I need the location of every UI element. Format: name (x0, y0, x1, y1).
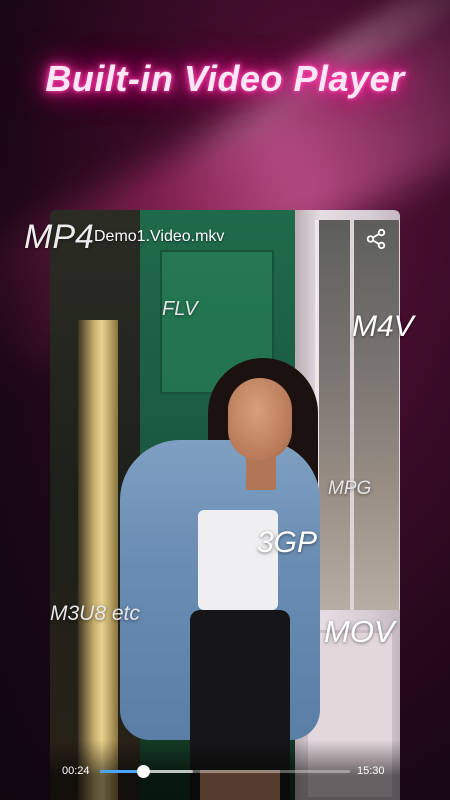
format-label-m3u8: M3U8 etc (50, 602, 140, 625)
format-label-mov: MOV (324, 614, 395, 649)
playback-controls: 00:24 15:30 (50, 740, 400, 800)
scene-person-face (228, 378, 292, 460)
video-title: Demo1.Video.mkv (94, 228, 225, 245)
format-label-flv: FLV (162, 298, 198, 320)
current-time: 00:24 (62, 765, 90, 777)
format-label-mpg: MPG (328, 478, 372, 499)
total-time: 15:30 (357, 765, 385, 777)
share-icon[interactable] (365, 228, 387, 250)
format-label-m4v: M4V (352, 310, 414, 343)
scene-person-top (198, 510, 278, 610)
format-label-mp4: MP4 (24, 218, 94, 256)
seek-bar-thumb[interactable] (136, 765, 150, 778)
video-surface[interactable]: Demo1.Video.mkv (50, 210, 400, 800)
seek-bar[interactable] (100, 765, 350, 778)
scene-door-mullion (350, 220, 354, 610)
format-label-3gp: 3GP (257, 526, 318, 559)
promo-headline: Built-in Video Player (45, 58, 405, 99)
scene-doorframe (78, 320, 118, 800)
scene-door-glass (315, 220, 400, 610)
